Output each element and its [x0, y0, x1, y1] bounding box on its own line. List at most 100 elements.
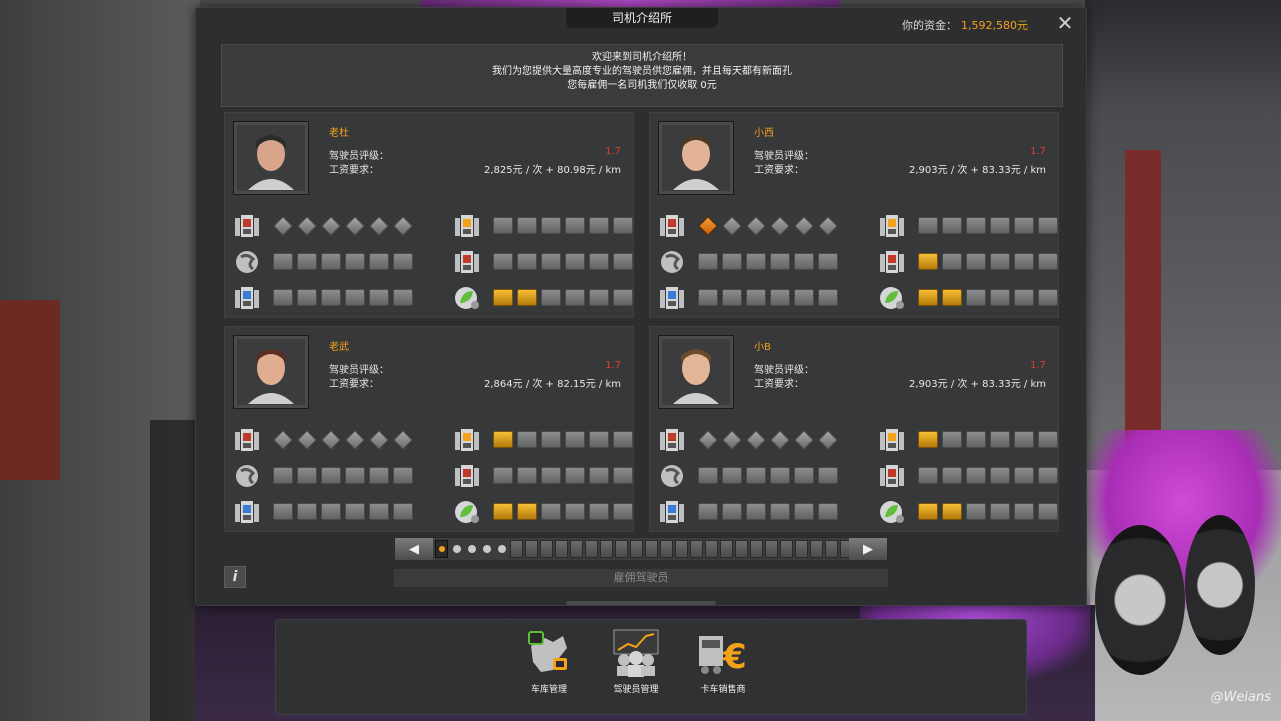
page-segment[interactable]	[570, 540, 583, 558]
long-distance-icon	[658, 249, 686, 275]
page-segment[interactable]	[780, 540, 793, 558]
arrow-right-icon: ▶	[863, 541, 873, 557]
skill-level-pip	[966, 217, 986, 234]
skill-level-pip	[746, 467, 766, 484]
skill-level-pip	[369, 215, 389, 236]
funds-label: 你的资金：	[902, 19, 958, 32]
urgent-delivery-icon	[453, 463, 481, 489]
page-segment[interactable]	[825, 540, 838, 558]
arrow-left-icon: ◀	[409, 541, 419, 557]
skill-level-pip	[345, 215, 365, 236]
skill-level-pip	[918, 431, 938, 448]
page-segment[interactable]	[555, 540, 568, 558]
page-segment[interactable]	[705, 540, 718, 558]
page-segment[interactable]	[615, 540, 628, 558]
skill-level-pip	[273, 503, 293, 520]
page-dot[interactable]	[453, 545, 461, 553]
skill-level-pip	[393, 215, 413, 236]
skill-level-pip	[990, 253, 1010, 270]
page-segment[interactable]	[765, 540, 778, 558]
driver-card[interactable]: 老杜 驾驶员评级： 工资要求： 1.7 2,825元 / 次 + 80.98元 / km	[224, 112, 634, 318]
info-button[interactable]: i	[224, 566, 246, 588]
skill-level-pip	[517, 289, 537, 306]
next-page-button[interactable]: ▶	[849, 538, 887, 560]
page-dot[interactable]	[498, 545, 506, 553]
window-scrollbar[interactable]	[566, 601, 716, 605]
page-segment[interactable]	[540, 540, 553, 558]
page-segment[interactable]	[735, 540, 748, 558]
skill-level-pip	[722, 467, 742, 484]
skill-level-pip	[517, 467, 537, 484]
dock-driver-management[interactable]: 驾驶员管理	[591, 628, 681, 695]
page-dot[interactable]	[483, 545, 491, 553]
page-segment[interactable]	[720, 540, 733, 558]
driver-card[interactable]: 小西 驾驶员评级： 工资要求： 1.7 2,903元 / 次 + 83.33元 / km	[649, 112, 1059, 318]
skill-level-pip	[818, 429, 838, 450]
driver-card[interactable]: 小B 驾驶员评级： 工资要求： 1.7 2,903元 / 次 + 83.33元 / km	[649, 326, 1059, 532]
skill-level-pip	[1014, 503, 1034, 520]
skill-level-pip	[1038, 253, 1058, 270]
page-segment[interactable]	[630, 540, 643, 558]
dock-label: 驾驶员管理	[613, 685, 659, 695]
skill-level-pip	[345, 289, 365, 306]
skill-level-pip	[794, 215, 814, 236]
page-segment[interactable]	[690, 540, 703, 558]
page-segment[interactable]	[585, 540, 598, 558]
skill-level-pip	[1014, 431, 1034, 448]
skill-level-pip	[493, 503, 513, 520]
page-segment[interactable]	[660, 540, 673, 558]
close-button[interactable]: ✕	[1054, 12, 1076, 34]
eco-driving-icon	[878, 499, 906, 525]
skill-level-pip	[746, 429, 766, 450]
fragile-cargo-icon	[453, 427, 481, 453]
skill-level-pip	[990, 431, 1010, 448]
dock-truck-dealer[interactable]: € 卡车销售商	[678, 628, 768, 695]
skill-level-pip	[541, 253, 561, 270]
high-value-cargo-icon	[658, 499, 686, 525]
page-dot[interactable]	[468, 545, 476, 553]
driver-card[interactable]: 老武 驾驶员评级： 工资要求： 1.7 2,864元 / 次 + 82.15元 / km	[224, 326, 634, 532]
welcome-line-3: 您每雇佣一名司机我们仅收取 0元	[567, 80, 717, 91]
page-indicator-current[interactable]	[435, 540, 448, 558]
page-segment[interactable]	[645, 540, 658, 558]
page-segment[interactable]	[510, 540, 523, 558]
prev-page-button[interactable]: ◀	[395, 538, 433, 560]
skill-level-pip	[541, 217, 561, 234]
svg-text:€: €	[722, 637, 747, 677]
skill-level-pip	[589, 217, 609, 234]
skill-level-pip	[1014, 253, 1034, 270]
skill-level-pip	[369, 253, 389, 270]
skill-level-pip	[746, 253, 766, 270]
hire-driver-button[interactable]: 雇佣驾驶员	[394, 569, 888, 587]
skill-level-pip	[393, 467, 413, 484]
skill-level-pip	[517, 217, 537, 234]
skill-level-pip	[794, 429, 814, 450]
skill-level-pip	[1014, 217, 1034, 234]
rating-label: 驾驶员评级：	[754, 151, 814, 162]
skill-level-pip	[942, 253, 962, 270]
page-selector: ◀ ▶	[394, 537, 888, 561]
skill-level-pip	[990, 503, 1010, 520]
page-segment[interactable]	[675, 540, 688, 558]
skill-level-pip	[493, 431, 513, 448]
dock-garage-management[interactable]: 车库管理	[504, 628, 594, 695]
driver-salary: 2,903元 / 次 + 83.33元 / km	[909, 379, 1046, 390]
skill-level-pip	[942, 431, 962, 448]
high-value-cargo-icon	[658, 285, 686, 311]
skill-level-pip	[818, 289, 838, 306]
skill-level-pip	[818, 503, 838, 520]
skill-level-pip	[273, 429, 293, 450]
skill-level-pip	[493, 217, 513, 234]
skill-level-pip	[942, 467, 962, 484]
funds-display: 你的资金： 1,592,580元	[902, 17, 1028, 33]
page-segment[interactable]	[525, 540, 538, 558]
skill-level-pip	[297, 429, 317, 450]
skill-level-pip	[493, 253, 513, 270]
page-segment[interactable]	[810, 540, 823, 558]
page-segment[interactable]	[600, 540, 613, 558]
driver-rating: 1.7	[605, 360, 621, 371]
page-segment[interactable]	[750, 540, 763, 558]
page-segment[interactable]	[795, 540, 808, 558]
skill-level-pip	[613, 289, 633, 306]
skill-level-pip	[794, 503, 814, 520]
